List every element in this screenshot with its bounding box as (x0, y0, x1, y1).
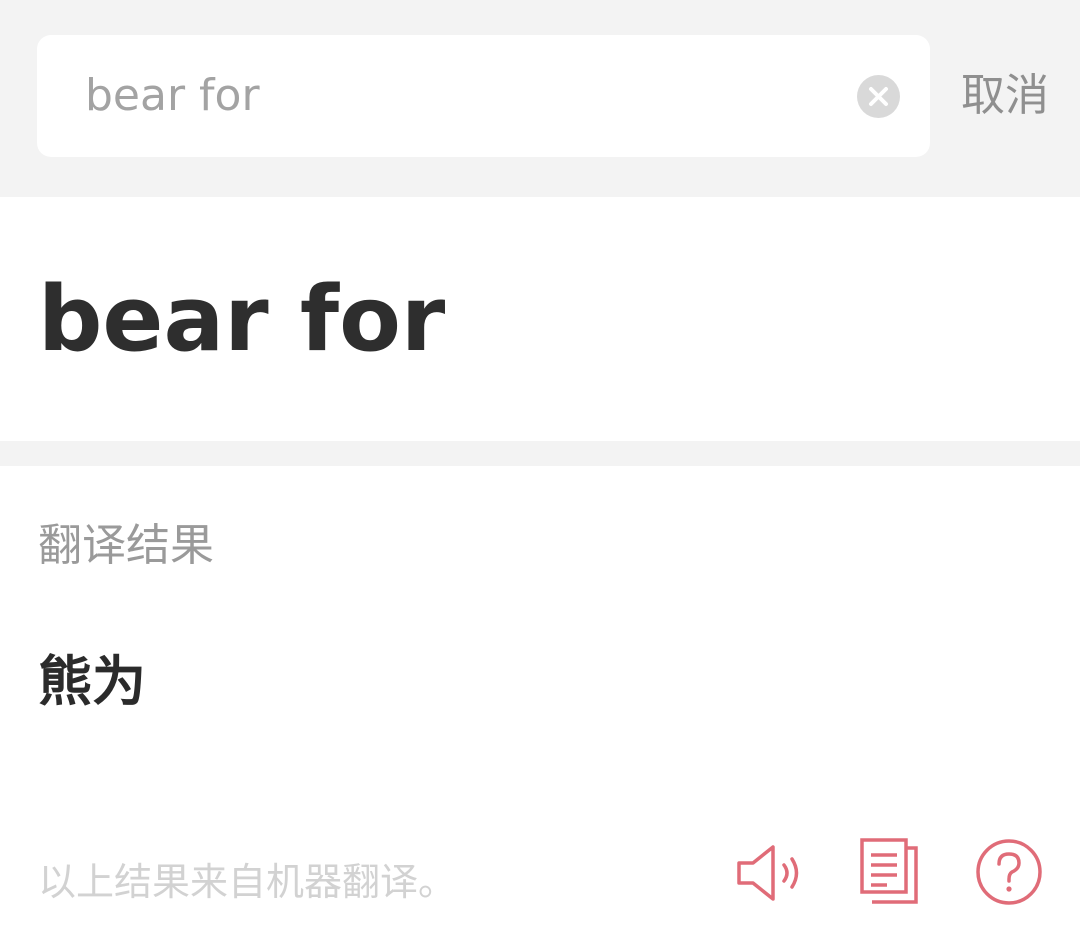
search-query-text[interactable]: bear for (85, 35, 260, 157)
copy-icon[interactable] (858, 838, 920, 904)
translation-text: 熊为 (38, 650, 146, 713)
search-input[interactable]: bear for (37, 35, 930, 157)
clear-icon[interactable] (857, 75, 900, 118)
translation-result: 翻译结果 熊为 以上结果来自机器翻译。 (0, 466, 1080, 948)
headword: bear for (38, 267, 446, 372)
result-section-label: 翻译结果 (38, 520, 214, 571)
machine-translation-disclaimer: 以上结果来自机器翻译。 (38, 860, 457, 904)
section-divider (0, 441, 1080, 466)
speaker-icon[interactable] (735, 840, 805, 906)
search-bar: bear for 取消 (0, 0, 1080, 197)
cancel-button[interactable]: 取消 (961, 35, 1049, 157)
word-header: bear for (0, 197, 1080, 441)
help-icon[interactable] (975, 838, 1043, 906)
